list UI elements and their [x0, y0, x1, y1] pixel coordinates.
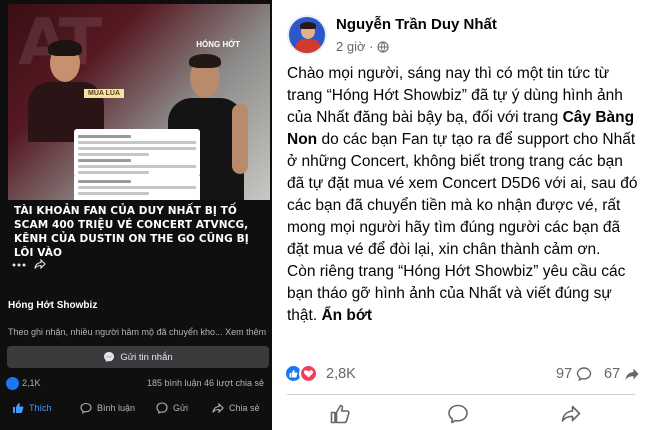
share-label: Chia sẻ: [229, 403, 260, 413]
post-stats: 2,8K 97 67: [284, 364, 639, 384]
like-label: Thích: [29, 403, 52, 413]
post-time[interactable]: 2 giờ ·: [336, 39, 389, 54]
share-icon: [212, 402, 224, 414]
like-reaction-icon: [6, 377, 19, 390]
like-icon[interactable]: [329, 403, 351, 425]
share-count[interactable]: 46 lượt chia sẻ: [204, 378, 264, 388]
comment-count-group[interactable]: 97: [556, 366, 592, 382]
post-time-text: 2 giờ ·: [336, 39, 374, 54]
thumbs-up-icon: [13, 403, 24, 413]
like-count[interactable]: 2,1K: [22, 378, 41, 388]
reel-headline: TÀI KHOẢN FAN CỦA DUY NHẤT BỊ TỐ SCAM 40…: [14, 205, 249, 259]
comment-button[interactable]: Bình luận: [80, 399, 135, 417]
screenshot-comment-card-2: [74, 174, 200, 200]
comment-label: Bình luận: [97, 403, 136, 413]
share-count-group[interactable]: 67: [604, 366, 640, 382]
post-panel: Nguyễn Trần Duy Nhất 2 giờ · Chào mọi ng…: [272, 0, 645, 430]
share-count: 67: [604, 366, 621, 382]
love-reaction-icon: [299, 364, 318, 383]
person-right-hair: [189, 54, 221, 68]
share-action-icon[interactable]: [560, 403, 582, 425]
reel-caption: Theo ghi nhận, nhiều người hâm mộ đã chu…: [8, 327, 270, 337]
comment-bubble-icon: [80, 402, 92, 414]
post-action-bar: [272, 401, 645, 427]
screenshot-comment-card: [74, 129, 200, 177]
comment-icon: [576, 367, 592, 382]
comment-count: 97: [556, 366, 573, 382]
person-left-hair: [48, 40, 82, 56]
author-name[interactable]: Nguyễn Trần Duy Nhất: [336, 16, 497, 33]
reaction-icons[interactable]: [284, 364, 320, 384]
send-button[interactable]: Gửi: [156, 399, 188, 417]
like-button[interactable]: Thích: [12, 399, 52, 417]
author-avatar[interactable]: [287, 15, 327, 55]
see-more-link[interactable]: Xem thêm: [225, 327, 266, 337]
page-name[interactable]: Hóng Hớt Showbiz: [8, 300, 97, 311]
action-divider: [287, 394, 635, 395]
reel-photo[interactable]: AT HÓNG HỚT MÙA LÚA: [8, 4, 270, 200]
show-less-link[interactable]: Ẩn bớt: [321, 307, 372, 324]
send-label: Gửi: [173, 403, 189, 413]
photo-label: MÙA LÚA: [84, 89, 125, 98]
reaction-count[interactable]: 2,8K: [326, 366, 356, 382]
share-button[interactable]: Chia sẻ: [212, 399, 260, 417]
person-right-arm: [232, 104, 248, 174]
comment-count[interactable]: 185 bình luận: [147, 378, 202, 388]
reel-action-bar: Thích Bình luận Gửi Chia sẻ: [0, 399, 272, 419]
send-message-label: Gửi tin nhắn: [120, 351, 173, 363]
share-icon: [625, 368, 639, 380]
comment-action-icon[interactable]: [447, 403, 469, 425]
share-arrow-icon[interactable]: [34, 258, 46, 270]
reel-panel: AT HÓNG HỚT MÙA LÚA TÀI KHOẢN FAN CỦA DU…: [0, 0, 272, 430]
send-message-button[interactable]: Gửi tin nhắn: [7, 346, 269, 368]
photo-watermark: HÓNG HỚT: [196, 40, 240, 49]
messenger-send-icon: [156, 402, 168, 414]
post-text-part2: do các bạn Fan tự tạo ra để support cho …: [287, 131, 638, 258]
globe-icon: [377, 40, 389, 53]
post-body: Chào mọi người, sáng nay thì có một tin …: [287, 63, 639, 327]
messenger-icon: [104, 352, 115, 362]
more-options-icon[interactable]: [12, 259, 26, 271]
caption-text: Theo ghi nhận, nhiều người hâm mộ đã chu…: [8, 327, 223, 337]
